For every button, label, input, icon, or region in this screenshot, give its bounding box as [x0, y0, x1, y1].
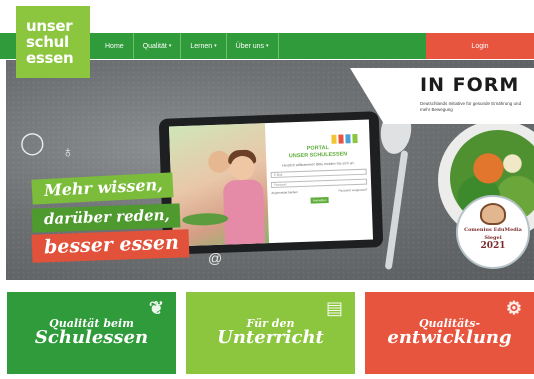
portal-login-form: PORTAL UNSER SCHULESSEN Herzlich willkom…: [269, 130, 367, 205]
tablet-image: PORTAL UNSER SCHULESSEN Herzlich willkom…: [158, 111, 384, 255]
tablet-screen: PORTAL UNSER SCHULESSEN Herzlich willkom…: [168, 119, 374, 247]
seal-title: Comenius EduMedia: [464, 227, 522, 233]
book-icon: ▤: [325, 298, 343, 319]
page: unser schul essen Home Qualität ▾ Lernen…: [0, 0, 534, 379]
chevron-down-icon: ▾: [214, 43, 217, 49]
chevron-down-icon: ▾: [266, 43, 269, 49]
logo-line-2: schul: [26, 33, 69, 51]
radish-icon: ❦: [148, 298, 164, 319]
nav-item-qualitaet[interactable]: Qualität ▾: [134, 33, 182, 59]
nav-item-label: Über uns: [235, 42, 265, 50]
logo-line-1: unser: [26, 17, 73, 35]
portal-forgot: Passwort vergessen?: [338, 187, 368, 193]
portal-submit: Anmelden: [310, 197, 329, 204]
gears-icon: ⚙: [505, 298, 522, 319]
portal-options: Angemeldet bleiben Passwort vergessen?: [271, 188, 367, 195]
nav-item-ueber-uns[interactable]: Über uns ▾: [227, 33, 279, 59]
seal-year: 2021: [480, 241, 506, 251]
children-photo: [168, 123, 270, 247]
inform-badge[interactable]: IN FORM Deutschlands Initiative für gesu…: [384, 68, 534, 124]
nav-item-label: Home: [105, 42, 124, 50]
inform-subtitle: Deutschlands Initiative für gesunde Ernä…: [420, 101, 522, 112]
slogan-line-3: besser essen: [31, 229, 190, 263]
inform-title: IN FORM: [420, 74, 520, 96]
card-qualitaet-schulessen[interactable]: ❦ Qualität beim Schulessen: [7, 292, 176, 374]
card-line-2: entwicklung: [387, 327, 512, 349]
site-logo[interactable]: unser schul essen: [16, 6, 90, 78]
hero-banner: IN FORM Deutschlands Initiative für gesu…: [6, 60, 534, 280]
card-qualitaetsentwicklung[interactable]: ⚙ Qualitäts- entwicklung: [365, 292, 534, 374]
portal-password-field: Passwort: [270, 178, 368, 188]
main-nav: Home Qualität ▾ Lernen ▾ Über uns ▾: [96, 33, 279, 59]
portal-remember: Angemeldet bleiben: [271, 190, 298, 195]
nav-item-label: Lernen: [190, 42, 213, 50]
card-line-2: Unterricht: [217, 327, 324, 349]
inform-corner: [350, 68, 384, 124]
card-unterricht[interactable]: ▤ Für den Unterricht: [186, 292, 355, 374]
chevron-down-icon: ▾: [168, 43, 172, 49]
card-line-2: Schulessen: [34, 327, 149, 349]
slogan-line-1: Mehr wissen,: [31, 172, 174, 205]
spoon-handle: [384, 150, 409, 270]
logo-line-3: essen: [26, 49, 74, 67]
portal-email-field: E-Mail: [270, 168, 367, 179]
nav-item-lernen[interactable]: Lernen ▾: [181, 33, 227, 59]
nav-item-home[interactable]: Home: [96, 33, 134, 59]
tomato-doodle-icon: ◯: [20, 130, 45, 155]
portal-welcome: Herzlich willkommen! Bitte melden Sie si…: [282, 161, 355, 168]
blocks-icon: [331, 133, 358, 144]
login-button[interactable]: Login: [426, 33, 534, 59]
slogan-line-2: darüber reden,: [31, 203, 181, 233]
garlic-doodle-icon: ♁: [62, 144, 74, 161]
nav-item-label: Qualität: [142, 42, 167, 50]
portrait-icon: [480, 203, 506, 225]
comenius-seal[interactable]: Comenius EduMedia Siegel 2021: [456, 195, 530, 269]
